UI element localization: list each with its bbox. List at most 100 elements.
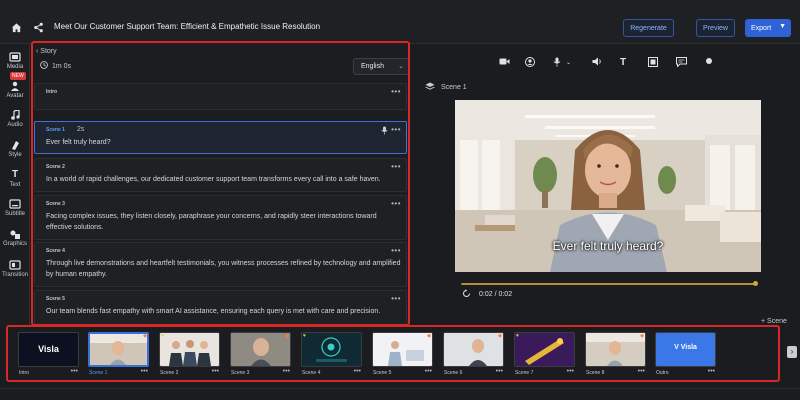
scene-card-1[interactable]: Scene 1 2s ••• Ever felt truly heard?	[34, 121, 407, 154]
more-options-icon[interactable]: •••	[708, 368, 715, 375]
top-bar: Meet Our Customer Support Team: Efficien…	[0, 0, 800, 44]
preview-toolbar: ⌄ T	[491, 54, 721, 72]
export-button[interactable]: Export ▼	[745, 19, 791, 37]
mic-dropdown-icon[interactable]: ⌄	[566, 59, 571, 66]
thumb-scene-7[interactable]: ♥ Scene 7 •••	[514, 332, 575, 378]
export-label: Export	[751, 24, 772, 32]
scene-label: Scene 3	[46, 201, 65, 207]
story-duration: 1m 0s	[40, 61, 71, 71]
scene-label: Scene 1	[46, 127, 65, 133]
more-options-icon[interactable]: •••	[391, 125, 401, 134]
volume-icon[interactable]	[592, 57, 603, 69]
text-tool-icon[interactable]: T	[620, 57, 626, 68]
scene-strip: Visla Intro ••• ◆ Scene 1 ••• ♥ Scene 2 …	[6, 325, 780, 382]
thumb-label: Scene 6	[444, 370, 463, 376]
visla-v-icon: V	[674, 344, 679, 351]
scene-text[interactable]: Through live demonstrations and heartfel…	[46, 258, 402, 280]
avatar-icon	[9, 81, 21, 91]
rail-item-transition[interactable]: Transition	[0, 260, 30, 278]
thumb-scene-6[interactable]: ◆ Scene 6 •••	[443, 332, 504, 378]
scene-text[interactable]: Ever felt truly heard?	[46, 137, 402, 148]
scene-card-5[interactable]: Scene 5 ••• Our team blends fast empathy…	[34, 290, 407, 324]
layout-icon[interactable]	[648, 57, 658, 70]
rail-item-graphics[interactable]: Graphics	[0, 229, 30, 247]
regenerate-button[interactable]: Regenerate	[623, 19, 674, 37]
rail-label: Transition	[1, 272, 29, 278]
scene-card-intro[interactable]: Intro •••	[34, 83, 407, 110]
edit-flag-icon: ◆	[143, 333, 147, 339]
rail-item-media[interactable]: Media	[0, 52, 30, 70]
scene-label: Scene 4	[46, 248, 65, 254]
add-scene-button[interactable]: + Scene	[761, 318, 787, 325]
thumb-intro[interactable]: Visla Intro •••	[18, 332, 79, 378]
thumb-scene-1[interactable]: ◆ Scene 1 •••	[88, 332, 149, 378]
caret-down-icon[interactable]: ▼	[779, 23, 786, 30]
rail-label: Subtitle	[4, 211, 25, 217]
more-options-icon[interactable]: •••	[391, 87, 401, 96]
tool-rail: Media Avatar Audio Style T Text Subtitle…	[0, 44, 30, 326]
thumb-label: Scene 4	[302, 370, 321, 376]
replay-icon[interactable]	[462, 289, 471, 300]
video-camera-icon[interactable]	[499, 57, 510, 69]
more-options-icon[interactable]: •••	[354, 368, 361, 375]
timecode: 0:02 / 0:02	[479, 291, 513, 298]
edit-flag-icon: ◆	[498, 333, 502, 339]
scene-text[interactable]: Our team blends fast empathy with smart …	[46, 306, 402, 317]
more-options-icon[interactable]: •••	[283, 368, 290, 375]
more-options-icon[interactable]: •••	[496, 368, 503, 375]
rail-item-subtitle[interactable]: Subtitle	[0, 199, 30, 217]
thumb-scene-8[interactable]: ◆ Scene 8 •••	[585, 332, 646, 378]
thumb-scene-3[interactable]: ◆ Scene 3 •••	[230, 332, 291, 378]
microphone-icon[interactable]	[381, 126, 388, 137]
thumb-scene-2[interactable]: ♥ Scene 2 •••	[159, 332, 220, 378]
audio-icon	[9, 109, 21, 120]
rail-item-text[interactable]: T Text	[0, 170, 30, 189]
story-panel: ‹ Story 1m 0s English ⌄ Intro ••• Scene …	[31, 41, 410, 326]
more-options-icon[interactable]: •••	[391, 246, 401, 255]
more-options-icon[interactable]: •••	[71, 368, 78, 375]
home-icon[interactable]	[9, 20, 23, 34]
project-title[interactable]: Meet Our Customer Support Team: Efficien…	[54, 22, 320, 31]
more-options-icon[interactable]: •••	[141, 368, 148, 375]
thumb-image	[372, 332, 433, 367]
rail-item-audio[interactable]: Audio	[0, 109, 30, 128]
language-select[interactable]: English ⌄	[353, 58, 408, 75]
thumb-outro[interactable]: V Visla Outro •••	[655, 332, 716, 378]
rail-label: Text	[9, 182, 21, 188]
record-dot-icon[interactable]	[705, 57, 713, 68]
microphone-icon[interactable]	[553, 57, 561, 70]
thumb-scene-4[interactable]: ♥ Scene 4 •••	[301, 332, 362, 378]
scene-card-2[interactable]: Scene 2 ••• In a world of rapid challeng…	[34, 158, 407, 192]
scene-card-4[interactable]: Scene 4 ••• Through live demonstrations …	[34, 242, 407, 287]
scene-card-3[interactable]: Scene 3 ••• Facing complex issues, they …	[34, 195, 407, 240]
video-preview[interactable]: Ever felt truly heard?	[455, 100, 761, 272]
more-options-icon[interactable]: •••	[212, 368, 219, 375]
transition-icon	[9, 260, 21, 270]
more-options-icon[interactable]: •••	[391, 199, 401, 208]
more-options-icon[interactable]: •••	[391, 162, 401, 171]
heart-icon: ♥	[161, 333, 164, 339]
timeline-progress[interactable]	[461, 281, 758, 286]
subtitle-icon	[9, 199, 21, 209]
scene-text[interactable]: In a world of rapid challenges, our dedi…	[46, 174, 402, 185]
scene-text[interactable]: Facing complex issues, they listen close…	[46, 211, 402, 233]
scene-label: Intro	[46, 89, 58, 95]
caption-icon[interactable]	[676, 57, 687, 70]
avatar-circle-icon[interactable]	[525, 57, 535, 70]
new-badge: NEW	[10, 72, 26, 80]
thumb-scene-5[interactable]: ◆ Scene 5 •••	[372, 332, 433, 378]
rail-item-style[interactable]: Style	[0, 140, 30, 158]
timeline-scrubber[interactable]	[753, 281, 758, 286]
share-icon[interactable]	[31, 20, 45, 34]
more-options-icon[interactable]: •••	[425, 368, 432, 375]
more-options-icon[interactable]: •••	[638, 368, 645, 375]
language-value: English	[361, 63, 384, 70]
more-options-icon[interactable]: •••	[567, 368, 574, 375]
story-back-link[interactable]: ‹ Story	[36, 48, 57, 55]
more-options-icon[interactable]: •••	[391, 294, 401, 303]
preview-button[interactable]: Preview	[696, 19, 735, 37]
strip-next-icon[interactable]: ›	[787, 346, 797, 358]
layers-icon	[425, 82, 435, 93]
story-scrollbar[interactable]	[409, 98, 410, 243]
rail-item-avatar[interactable]: Avatar	[0, 81, 30, 99]
